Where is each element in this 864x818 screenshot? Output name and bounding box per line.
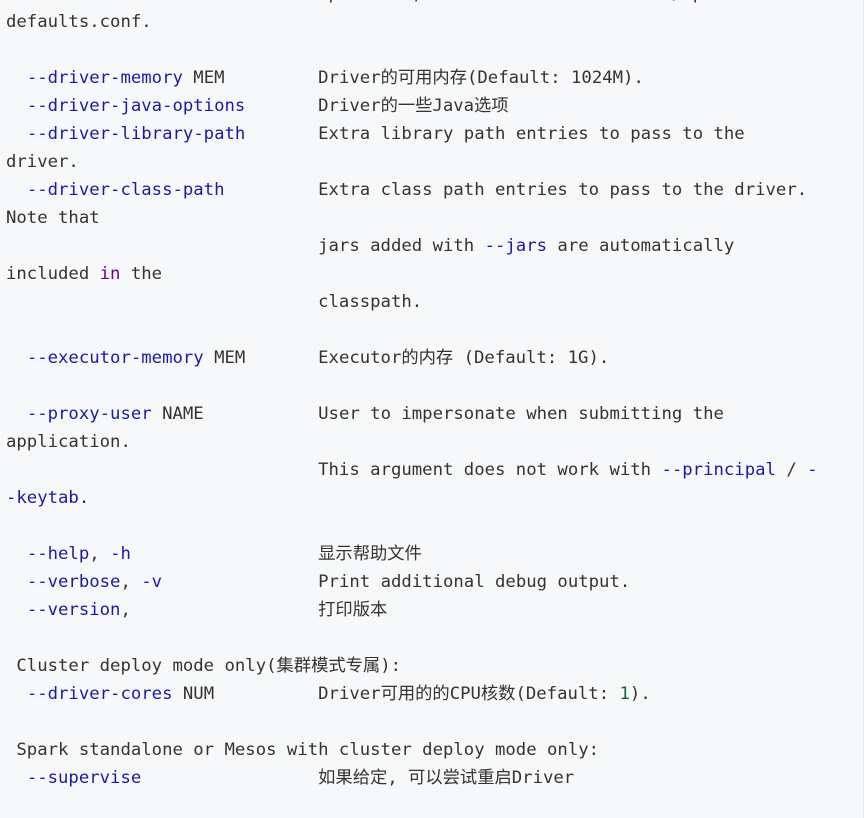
code-text: are automatically (547, 236, 735, 256)
code-text: specified, this will look (6, 0, 589, 4)
code-text: MEM Driver的可用内存(Default: 1024M). (182, 68, 644, 88)
code-text: 如果给定, 可以尝试重启Driver (141, 768, 575, 788)
code-line: application. (6, 428, 818, 456)
number-token: 1 (619, 684, 630, 704)
option-flag: --driver-class-path (26, 180, 225, 200)
code-text: , (89, 544, 111, 564)
option-flag: --verbose (26, 572, 121, 592)
option-flag: --driver-cores (26, 684, 173, 704)
code-line: -keytab. (6, 484, 818, 512)
code-line: defaults.conf. (6, 8, 818, 36)
code-block: specified, this will look for conf/spark… (0, 0, 864, 818)
option-flag: -v (141, 572, 163, 592)
option-flag: --executor-memory (26, 348, 204, 368)
code-listing: specified, this will look for conf/spark… (6, 0, 818, 818)
code-text: conf/spark- (620, 0, 744, 4)
code-line: --executor-memory MEM Executor的内存 (Defau… (6, 344, 818, 372)
keyword-token: for (589, 0, 620, 4)
code-line: --driver-cores NUM Driver可用的的CPU核数(Defau… (6, 680, 818, 708)
code-text: defaults.conf. (6, 12, 152, 32)
code-line: jars added with --jars are automatically (6, 232, 818, 260)
code-line: --proxy-user NAME User to impersonate wh… (6, 400, 818, 428)
code-text: Extra class path entries to pass to the … (224, 180, 808, 200)
option-flag: -keytab (6, 488, 79, 508)
code-text: Extra library path entries to pass to th… (245, 124, 745, 144)
code-text: ). (629, 684, 651, 704)
code-line: --help, -h 显示帮助文件 (6, 540, 818, 568)
option-flag: --jars (484, 236, 548, 256)
code-line: --driver-library-path Extra library path… (6, 120, 818, 148)
code-text: 显示帮助文件 (130, 544, 422, 564)
code-line: Note that (6, 204, 818, 232)
code-line: Cluster deploy mode only(集群模式专属): (6, 652, 818, 680)
code-line: --driver-memory MEM Driver的可用内存(Default:… (6, 64, 818, 92)
code-text: Cluster deploy mode only(集群模式专属): (6, 656, 402, 676)
code-line: --version, 打印版本 (6, 596, 818, 624)
option-flag: --principal (661, 460, 776, 480)
option-flag: --driver-library-path (26, 124, 246, 144)
code-text: the (120, 264, 163, 284)
option-flag: -h (110, 544, 131, 564)
code-line: included in the (6, 260, 818, 288)
keyword-token: in (99, 264, 121, 284)
option-flag: - (807, 460, 818, 480)
code-text: , (120, 572, 142, 592)
code-text: classpath. (6, 292, 423, 312)
code-line: Spark standalone or Mesos with cluster d… (6, 736, 818, 764)
code-text: Spark standalone or Mesos with cluster d… (6, 740, 600, 760)
code-line: This argument does not work with --princ… (6, 456, 818, 484)
code-line: --verbose, -v Print additional debug out… (6, 568, 818, 596)
code-line: classpath. (6, 288, 818, 316)
code-text: Driver的一些Java选项 (245, 96, 509, 116)
code-line: specified, this will look for conf/spark… (6, 0, 818, 8)
code-text: Note that (6, 208, 100, 228)
code-text: , 打印版本 (120, 600, 388, 620)
code-text: This argument does not work with (6, 460, 662, 480)
option-flag: --supervise (26, 768, 142, 788)
code-line: driver. (6, 148, 818, 176)
option-flag: --driver-memory (26, 68, 183, 88)
option-flag: --driver-java-options (26, 96, 246, 116)
code-text: NUM Driver可用的的CPU核数(Default: (172, 684, 620, 704)
code-text: Print additional debug output. (162, 572, 631, 592)
code-line: --supervise 如果给定, 可以尝试重启Driver (6, 764, 818, 792)
code-text: included (6, 264, 100, 284)
code-text: application. (6, 432, 131, 452)
code-text: . (78, 488, 90, 508)
code-line: --driver-java-options Driver的一些Java选项 (6, 92, 818, 120)
code-line: --driver-class-path Extra class path ent… (6, 176, 818, 204)
option-flag: --version (26, 600, 121, 620)
code-text: NAME User to impersonate when submitting… (151, 404, 724, 424)
code-text: MEM Executor的内存 (Default: 1G). (203, 348, 610, 368)
code-text: / (775, 460, 808, 480)
option-flag: --proxy-user (26, 404, 152, 424)
code-text: driver. (6, 152, 79, 172)
code-text: jars added with (6, 236, 485, 256)
option-flag: --help (26, 544, 90, 564)
